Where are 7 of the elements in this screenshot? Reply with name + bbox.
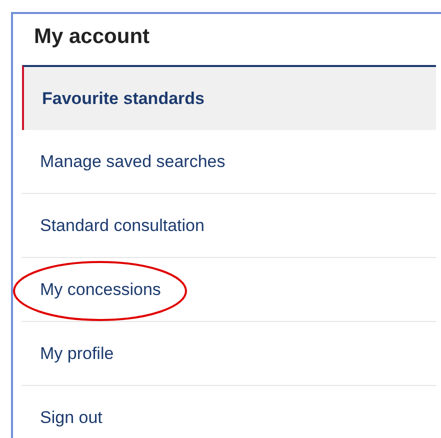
- menu-item[interactable]: Standard consultation: [22, 194, 436, 258]
- menu-item[interactable]: My profile: [22, 322, 436, 386]
- panel-title: My account: [33, 24, 151, 50]
- menu-item[interactable]: Sign out: [22, 386, 436, 438]
- menu-item[interactable]: My concessions: [22, 258, 436, 322]
- menu-item[interactable]: Favourite standards: [22, 65, 436, 130]
- menu-item[interactable]: Manage saved searches: [22, 130, 436, 194]
